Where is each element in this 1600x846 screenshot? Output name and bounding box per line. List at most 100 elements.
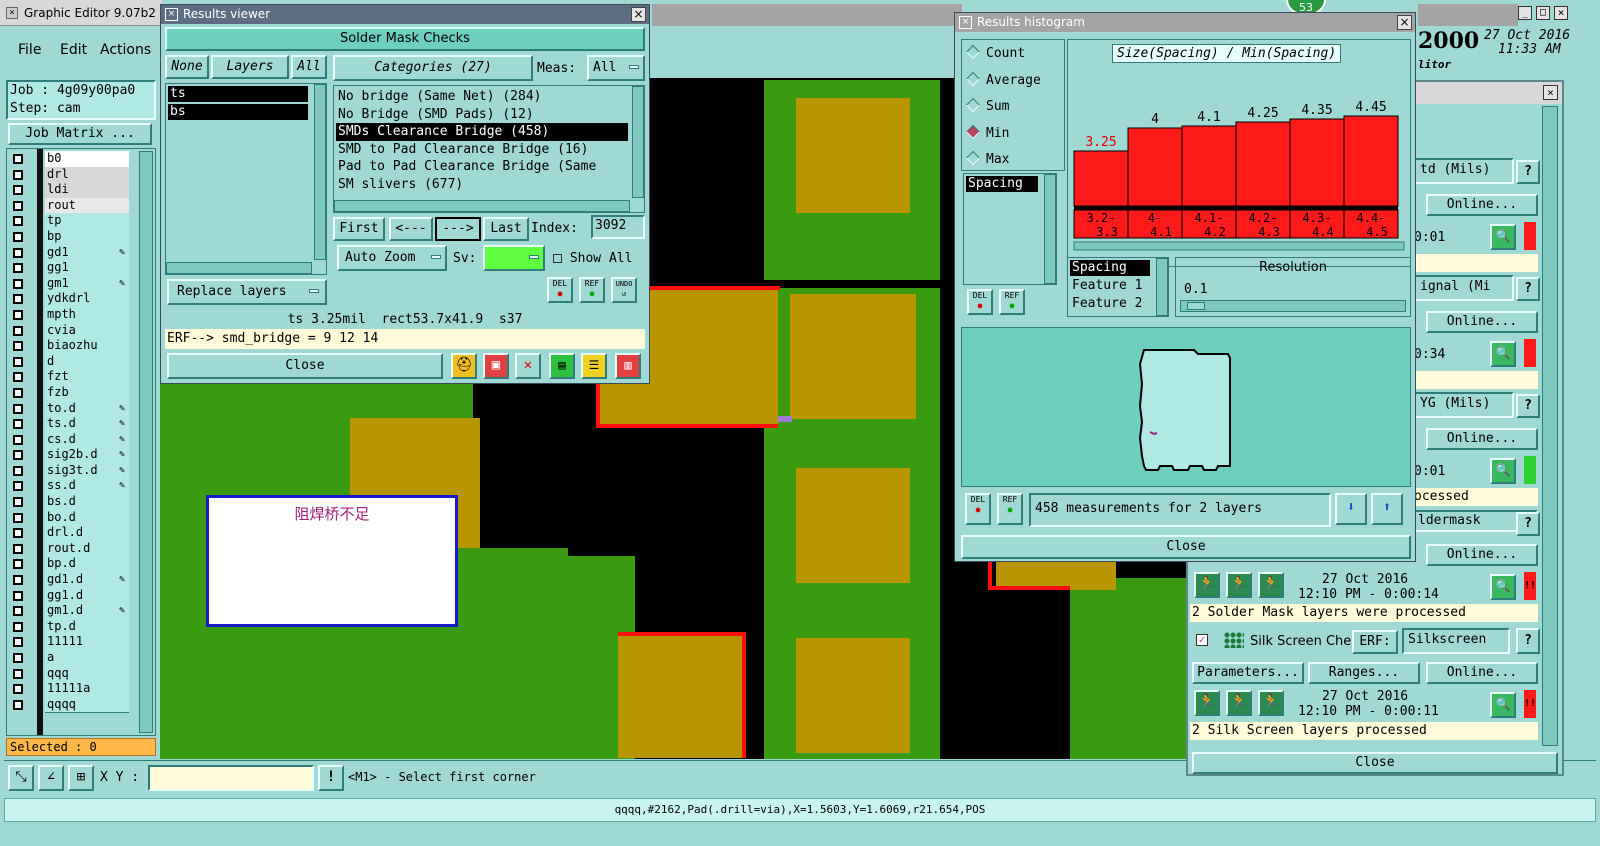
- minimize-icon[interactable]: _: [1518, 6, 1532, 20]
- soldermask-run2-icon[interactable]: 🏃: [1226, 572, 1252, 598]
- layer-checkbox[interactable]: [13, 341, 23, 352]
- ref-button[interactable]: REF ●: [579, 277, 605, 303]
- first-button[interactable]: First: [333, 217, 385, 241]
- layer-row[interactable]: drl.d: [9, 525, 131, 542]
- undo-button[interactable]: UNDO ↺: [611, 277, 637, 303]
- preview-del-button[interactable]: DEL ●: [965, 493, 991, 525]
- layer-row[interactable]: bo.d: [9, 509, 131, 527]
- layer-row[interactable]: bp.d: [9, 556, 131, 574]
- layers-listbox[interactable]: ts bs: [165, 83, 327, 275]
- layer-item-bs[interactable]: bs: [168, 104, 308, 120]
- histogram-icon[interactable]: ▥: [615, 353, 641, 379]
- annotation-box[interactable]: 阻焊桥不足: [206, 495, 458, 627]
- layer-row[interactable]: rout: [9, 197, 131, 215]
- layer-checkbox[interactable]: [13, 653, 23, 663]
- layer-scrollbar[interactable]: [139, 151, 153, 733]
- layer-checkbox[interactable]: [13, 247, 23, 258]
- layer-checkbox[interactable]: [13, 403, 23, 414]
- category-item[interactable]: No bridge (Same Net) (284): [336, 88, 628, 106]
- layers-vscroll[interactable]: [314, 84, 326, 260]
- mode-option[interactable]: Average: [965, 71, 1041, 88]
- silk-zoom-icon[interactable]: 🔍: [1490, 692, 1516, 718]
- silk-erf-button[interactable]: ERF:: [1352, 630, 1398, 654]
- checklist-scrollbar[interactable]: [1542, 106, 1558, 746]
- layer-row[interactable]: 11111a: [9, 681, 131, 698]
- layer-row[interactable]: bs.d: [9, 494, 131, 511]
- layer-checkbox[interactable]: [13, 278, 23, 289]
- layer-checkbox[interactable]: [13, 216, 23, 227]
- layer-row[interactable]: cs.d ✎: [9, 431, 131, 449]
- layer-checkbox[interactable]: [13, 528, 23, 539]
- mode-radio-icon[interactable]: [965, 150, 981, 166]
- category-item[interactable]: No Bridge (SMD Pads) (12): [336, 106, 628, 124]
- layer-checkbox[interactable]: [13, 263, 23, 274]
- mode-radio-icon[interactable]: [965, 44, 981, 60]
- hist-ref-button[interactable]: REF ●: [999, 289, 1025, 315]
- histogram-bar[interactable]: [1181, 125, 1237, 207]
- silk-run-icon[interactable]: 🏃: [1194, 690, 1220, 716]
- soldermask-stop-icon[interactable]: 🏃: [1258, 572, 1284, 598]
- menu-edit[interactable]: Edit: [60, 42, 87, 58]
- layer-checkbox[interactable]: [13, 543, 23, 554]
- silk-ranges-button[interactable]: Ranges...: [1308, 662, 1420, 684]
- meas-select[interactable]: All: [587, 55, 645, 81]
- layer-checkbox[interactable]: [13, 668, 23, 679]
- categories-hscroll[interactable]: [334, 200, 630, 212]
- layer-row[interactable]: ydkdrl: [9, 291, 131, 308]
- layer-row[interactable]: rout.d: [9, 540, 131, 558]
- layer-row[interactable]: gm1 ✎: [9, 275, 131, 293]
- sv-color-select[interactable]: [483, 245, 545, 271]
- layer-checkbox[interactable]: [13, 559, 23, 570]
- export-down-icon[interactable]: ⬇: [1335, 493, 1367, 525]
- tool-list-icon[interactable]: ☰: [581, 353, 607, 379]
- histogram-bar[interactable]: [1343, 115, 1399, 207]
- menu-file[interactable]: File: [18, 42, 41, 58]
- layer-checkbox[interactable]: [13, 231, 23, 242]
- feature-item-1[interactable]: Feature 1: [1072, 278, 1142, 294]
- next-button[interactable]: --->: [435, 217, 481, 241]
- layer-row[interactable]: cvia: [9, 322, 131, 340]
- histogram-bar[interactable]: [1127, 127, 1183, 207]
- close-main-icon[interactable]: ×: [1554, 6, 1568, 20]
- layer-row[interactable]: 11111: [9, 634, 131, 651]
- tool-report-icon[interactable]: ▤: [549, 353, 575, 379]
- layer-checkbox[interactable]: [13, 450, 23, 461]
- categories-listbox[interactable]: No bridge (Same Net) (284) No Bridge (SMD…: [333, 85, 645, 213]
- layer-checkbox[interactable]: [13, 325, 23, 336]
- menu-actions[interactable]: Actions: [100, 42, 151, 58]
- layer-checkbox[interactable]: [13, 465, 23, 476]
- check-field[interactable]: td (Mils): [1414, 158, 1514, 184]
- feature-scrollbar[interactable]: [1156, 258, 1168, 316]
- check-zoom-icon[interactable]: 🔍: [1490, 224, 1516, 250]
- soldermask-zoom-icon[interactable]: 🔍: [1490, 574, 1516, 600]
- layer-row[interactable]: fzb: [9, 384, 131, 402]
- check-help-button[interactable]: ?: [1516, 160, 1540, 184]
- mode-option[interactable]: Min: [965, 124, 1009, 141]
- layer-row[interactable]: b0: [9, 151, 131, 168]
- layer-checkbox[interactable]: [13, 154, 23, 164]
- layer-checkbox[interactable]: [13, 309, 23, 320]
- mode-radio-icon[interactable]: [965, 97, 981, 113]
- check-field[interactable]: ignal (Mi: [1414, 275, 1514, 301]
- category-item[interactable]: Pad to Pad Clearance Bridge (Same: [336, 158, 628, 176]
- category-item[interactable]: SMDs Clearance Bridge (458): [336, 123, 628, 141]
- layer-checkbox[interactable]: [13, 419, 23, 430]
- layer-row[interactable]: bp: [9, 228, 131, 246]
- hist-del-button[interactable]: DEL ●: [967, 289, 993, 315]
- layer-row[interactable]: sig2b.d ✎: [9, 447, 131, 464]
- show-all-box[interactable]: [553, 254, 562, 263]
- maximize-icon[interactable]: □: [1536, 6, 1550, 20]
- mode-option[interactable]: Max: [965, 150, 1009, 167]
- index-input[interactable]: 3092: [591, 215, 645, 239]
- spacing-listbox[interactable]: Spacing: [963, 173, 1057, 285]
- layer-row[interactable]: ss.d ✎: [9, 478, 131, 496]
- histogram-bar[interactable]: [1235, 121, 1291, 207]
- silk-help-button[interactable]: ?: [1516, 628, 1540, 654]
- layer-row[interactable]: tp: [9, 213, 131, 230]
- auto-zoom-select[interactable]: Auto Zoom: [337, 245, 447, 271]
- results-close-button[interactable]: Close: [167, 353, 443, 379]
- layer-row[interactable]: to.d ✎: [9, 400, 131, 418]
- check-online-button[interactable]: Online...: [1426, 428, 1538, 450]
- layer-row[interactable]: mpth: [9, 306, 131, 324]
- layer-checkbox[interactable]: [13, 169, 23, 180]
